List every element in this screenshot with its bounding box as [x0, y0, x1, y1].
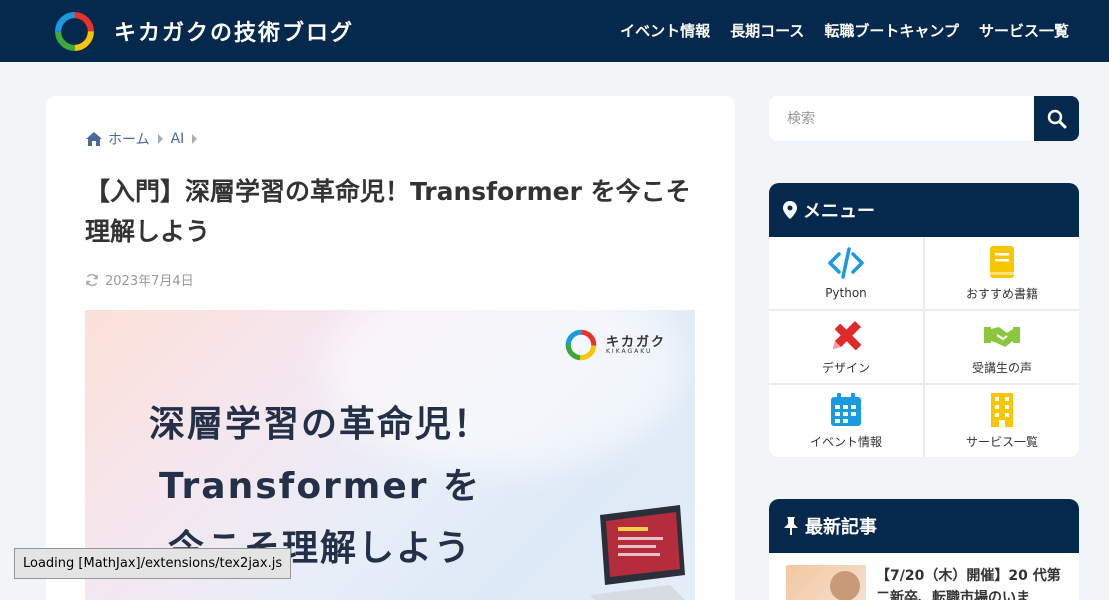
menu-item-events[interactable]: イベント情報: [769, 385, 923, 457]
article-card: ホーム AI 【入門】深層学習の革命児！Transformer を今こそ理解しよ…: [46, 96, 735, 600]
book-icon: [990, 245, 1014, 278]
search-input[interactable]: [769, 96, 1034, 141]
nav-item-events[interactable]: イベント情報: [620, 20, 710, 41]
menu-item-label: おすすめ書籍: [965, 286, 1038, 301]
recent-posts-header: 最新記事: [769, 499, 1079, 553]
mathjax-loading-message: Loading [MathJax]/extensions/tex2jax.js: [14, 548, 292, 579]
computer-illustration-icon: [590, 505, 685, 600]
menu-item-label: Python: [825, 286, 867, 300]
recent-post-title: 【7/20（木）開催】20 代第二新卒、転職市場のいま: [876, 568, 1061, 600]
building-icon: [991, 392, 1013, 427]
handshake-icon: [984, 326, 1020, 347]
pencil-ruler-icon: [833, 320, 862, 350]
refresh-icon: [86, 273, 98, 286]
post-title: 【入門】深層学習の革命児！Transformer を今こそ理解しよう: [85, 177, 691, 246]
breadcrumb-separator-icon: [157, 134, 163, 144]
search-button[interactable]: [1034, 96, 1079, 141]
menu-item-books[interactable]: おすすめ書籍: [925, 237, 1079, 309]
pin-icon: [784, 517, 798, 535]
recent-posts-title: 最新記事: [805, 517, 877, 538]
nav-item-long-course[interactable]: 長期コース: [730, 20, 804, 41]
breadcrumb-category[interactable]: AI: [171, 131, 185, 147]
menu-item-python[interactable]: Python: [769, 237, 923, 309]
kikagaku-logo-icon: [565, 329, 597, 361]
menu-item-label: イベント情報: [809, 434, 882, 449]
menu-item-voices[interactable]: 受講生の声: [925, 311, 1079, 383]
code-icon: [828, 247, 864, 279]
menu-item-label: サービス一覧: [965, 434, 1038, 449]
eyecatch-line-1: 深層学習の革命児！: [148, 404, 491, 445]
menu-item-services[interactable]: サービス一覧: [925, 385, 1079, 457]
post-date-text: 2023年7月4日: [105, 274, 194, 289]
recent-post-thumbnail: [786, 565, 866, 600]
breadcrumb-home[interactable]: ホーム: [108, 129, 150, 149]
menu-widget-title: メニュー: [803, 201, 875, 222]
menu-item-label: デザイン: [821, 360, 870, 375]
breadcrumb: ホーム AI: [85, 129, 205, 149]
site-logo-icon[interactable]: [54, 11, 95, 52]
thumbnail-person-icon: [830, 571, 860, 600]
search-icon: [1047, 109, 1066, 128]
menu-item-label: 受講生の声: [971, 360, 1032, 375]
recent-post-item[interactable]: 【7/20（木）開催】20 代第二新卒、転職市場のいま: [786, 565, 1066, 600]
site-title[interactable]: キカガクの技術ブログ: [114, 15, 354, 47]
menu-widget: メニュー Python おすすめ書籍 デザイン 受講生の声 イベント情報 サービ…: [769, 183, 1079, 457]
global-nav: イベント情報 長期コース 転職ブートキャンプ サービス一覧: [620, 20, 1069, 41]
breadcrumb-separator-icon: [192, 134, 198, 144]
menu-item-design[interactable]: デザイン: [769, 311, 923, 383]
menu-widget-header: メニュー: [769, 183, 1079, 237]
home-icon: [86, 132, 102, 146]
calendar-icon: [831, 392, 861, 426]
eyecatch-line-2: Transformer を: [158, 466, 482, 507]
map-pin-icon: [783, 201, 797, 219]
nav-item-bootcamp[interactable]: 転職ブートキャンプ: [824, 20, 959, 41]
menu-grid: Python おすすめ書籍 デザイン 受講生の声 イベント情報 サービス一覧: [769, 237, 1079, 457]
eyecatch-brand-sub: KIKAGAKU: [606, 348, 653, 355]
site-header: キカガクの技術ブログ イベント情報 長期コース 転職ブートキャンプ サービス一覧: [0, 0, 1109, 62]
nav-item-services[interactable]: サービス一覧: [979, 20, 1069, 41]
post-date: 2023年7月4日: [85, 270, 194, 289]
recent-posts-widget: 最新記事 【7/20（木）開催】20 代第二新卒、転職市場のいま: [769, 499, 1079, 600]
search-form: [769, 96, 1079, 141]
